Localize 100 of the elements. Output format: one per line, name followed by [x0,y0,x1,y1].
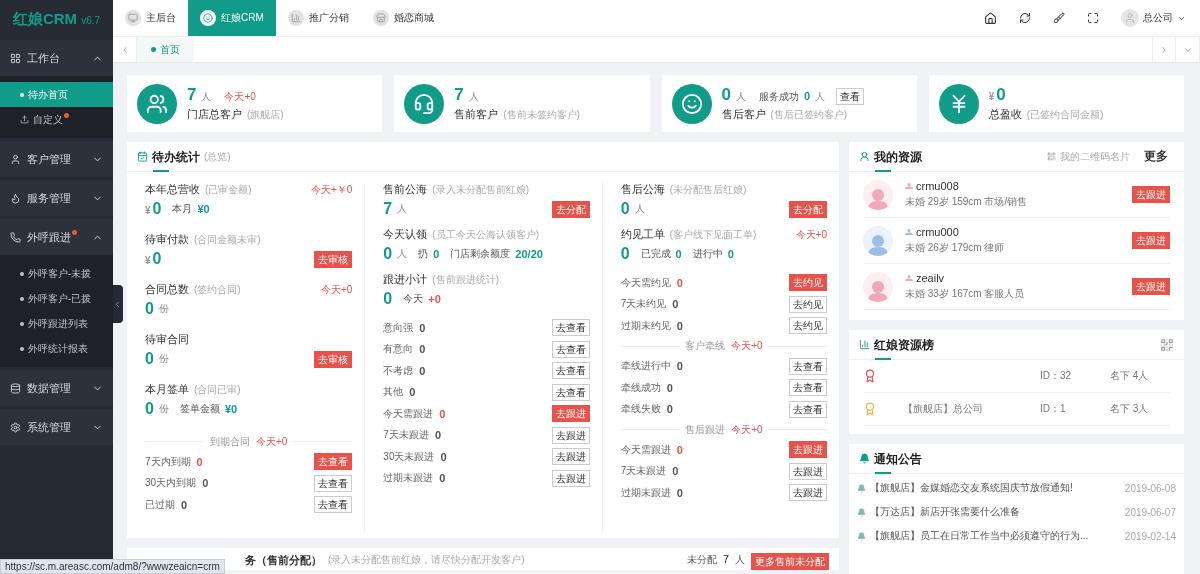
chevron-right-icon [1159,44,1169,55]
action-button[interactable]: 去审核 [314,350,353,368]
avatar-icon [1121,9,1139,27]
action-button[interactable]: 去查看 [314,496,353,514]
menu-item[interactable]: 系统管理 [0,409,113,445]
stat-title: 约见工单 [620,227,665,242]
stat-value: 0 [145,400,154,418]
follow-up-button[interactable]: 去跟进 [1132,186,1170,203]
submenu-item[interactable]: 外呼客户-未拨 [0,261,113,286]
action-button[interactable]: 去跟进 [551,469,590,487]
action-button[interactable]: 去查看 [551,362,590,380]
row-value: 0 [419,364,426,377]
menu-icon [10,153,21,165]
fullscreen-icon[interactable] [1087,12,1099,24]
section-divider-label: 售后跟进 [685,422,726,437]
stat-value: ¥0 [145,200,162,218]
extra-label: 进行中 [692,247,723,261]
menu-item[interactable]: 外呼跟进 [0,219,113,255]
status-url: https://sc.m.areasc.com/adm8/?wwwzeaicn=crm [0,559,225,574]
action-button[interactable]: 去约见 [789,295,827,313]
action-button[interactable]: 去约见 [789,317,827,335]
action-button[interactable]: 去跟进 [551,405,590,423]
unit-label: 人 [201,90,212,104]
card-icon [404,83,445,124]
row-value: 0 [676,319,683,332]
menu-icon [10,192,21,204]
member-name: zeailv [905,272,1025,284]
notice-link[interactable]: 【万达店】新店开张需要什么准备 [870,505,1020,519]
view-button[interactable]: 查看 [836,88,865,105]
stat-value: 0 [620,245,630,263]
menu-item[interactable]: 数据管理 [0,370,113,406]
row-value: 0 [202,477,209,490]
card-label: 售前客户 [454,107,499,122]
action-button[interactable]: 去查看 [789,400,827,418]
app-logo: 红娘CRM [12,10,78,29]
action-button[interactable]: 去约见 [789,274,827,292]
today-count: 今天+￥0 [310,183,353,197]
unit-label: 人 [634,202,645,216]
refresh-icon[interactable] [1019,12,1031,24]
action-button[interactable]: 去跟进 [551,426,590,444]
nav-tab[interactable]: 推广分销 [275,0,361,36]
extra-value: +0 [428,293,441,305]
action-button[interactable]: 去跟进 [551,448,590,466]
notice-link[interactable]: 【旗舰店】金媒婚恋交友系统国庆节放假通知! [870,481,1073,495]
row-value: 0 [196,455,203,468]
card-label: 总盈收 [988,107,1022,122]
tab-icon [200,10,216,26]
submenu-item[interactable]: 外呼统计报表 [0,336,113,361]
rank-count: 名下 3人 [1110,402,1150,416]
bullet-icon [20,271,24,276]
more-link[interactable]: 更多 [1144,148,1168,165]
action-button[interactable]: 去审核 [314,250,353,268]
menu-item[interactable]: 客户管理 [0,141,113,177]
menu-item[interactable]: 工作台 [0,40,113,76]
stat-note: (客户线下见面工单) [669,228,757,242]
notice-date: 2019-06-08 [1124,482,1176,494]
bell-icon [857,531,866,541]
extra-label: 已完成 [640,247,671,261]
follow-up-button[interactable]: 去跟进 [1132,232,1170,249]
row-label: 意向强 [383,320,414,335]
row-value: 0 [676,486,683,499]
stat-title: 待审合同 [145,332,189,347]
brush-icon[interactable] [1053,12,1065,24]
menu-icon [10,421,21,433]
user-icon [859,151,870,162]
action-button[interactable]: 去查看 [551,319,590,337]
nav-tab[interactable]: 主后台 [113,0,188,36]
stat-value: 0 [383,290,393,308]
unit-label: 人 [397,202,408,216]
follow-up-button[interactable]: 去跟进 [1132,278,1170,295]
action-button[interactable]: 去跟进 [789,484,827,502]
notice-link[interactable]: 【旗舰店】员工在日常工作当中必须遵守的行为... [870,529,1089,543]
card-label: 售后客户 [721,107,766,122]
qr-code-icon[interactable] [1160,337,1174,352]
action-button[interactable]: 去查看 [789,379,827,397]
calendar-icon [137,151,148,162]
action-button[interactable]: 去查看 [551,340,590,358]
count-label: 未分配 [686,553,717,567]
upload-icon [20,115,29,124]
action-button[interactable]: 去查看 [314,453,353,471]
action-button[interactable]: 去查看 [314,474,353,492]
action-button[interactable]: 去跟进 [789,462,827,480]
submenu-item[interactable]: 外呼客户-已拨 [0,286,113,311]
more-unassigned-button[interactable]: 更多售前未分配 [751,553,829,570]
user-menu[interactable]: 总公司 [1121,9,1186,27]
stat-title: 合同总数 [145,282,189,297]
rank-count: 名下 4人 [1110,369,1150,383]
home-icon[interactable] [984,11,997,25]
menu-item[interactable]: 服务管理 [0,180,113,216]
submenu-item[interactable]: 自定义 [0,107,113,132]
action-button[interactable]: 去分配 [551,200,590,218]
submenu-item[interactable]: 外呼跟进列表 [0,311,113,336]
action-button[interactable]: 去分配 [789,200,827,218]
panel-title: 待办统计 [152,148,200,165]
action-button[interactable]: 去查看 [789,357,827,375]
action-button[interactable]: 去跟进 [789,441,827,459]
nav-tab[interactable]: 婚恋商城 [360,0,446,36]
action-button[interactable]: 去查看 [551,383,590,401]
stat-title: 跟进小计 [383,272,428,287]
collapse-handle[interactable] [113,285,123,323]
